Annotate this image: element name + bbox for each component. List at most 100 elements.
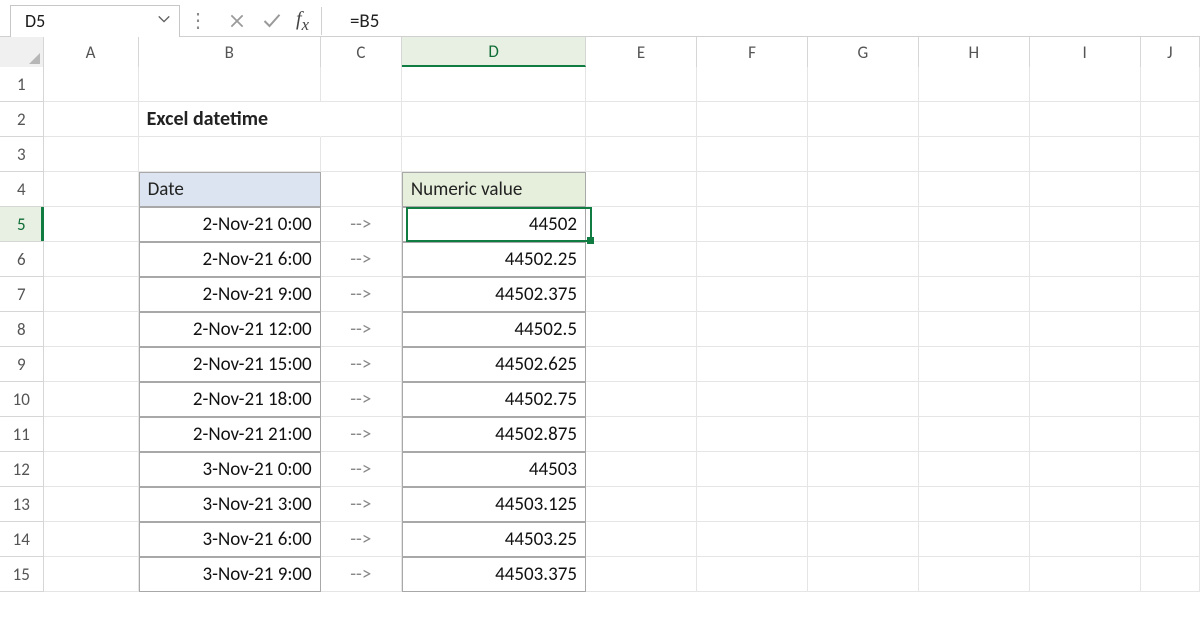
cell-I3[interactable] [1030,137,1141,172]
cell-D13[interactable]: 44503.125 [402,487,586,522]
header-date[interactable]: Date [139,172,321,207]
cell-C4[interactable] [321,172,402,207]
cell-A8[interactable] [44,312,139,347]
cell-I2[interactable] [1030,102,1141,137]
cell-H9[interactable] [919,347,1030,382]
fx-icon[interactable]: fx [296,8,309,35]
cell-C8[interactable]: --> [321,312,402,347]
cell-A2[interactable] [44,102,139,137]
row-header-9[interactable]: 9 [0,347,44,382]
cell-I13[interactable] [1030,487,1141,522]
cell-I10[interactable] [1030,382,1141,417]
cell-E6[interactable] [586,242,697,277]
cell-I11[interactable] [1030,417,1141,452]
cancel-formula-button[interactable] [228,12,246,30]
cell-D11[interactable]: 44502.875 [402,417,586,452]
cell-A5[interactable] [44,207,139,242]
cell-J15[interactable] [1141,557,1200,592]
cell-G15[interactable] [808,557,919,592]
cell-A14[interactable] [44,522,139,557]
cell-C5[interactable]: --> [321,207,402,242]
cell-H6[interactable] [919,242,1030,277]
cell-G4[interactable] [808,172,919,207]
cell-G11[interactable] [808,417,919,452]
cell-J10[interactable] [1141,382,1200,417]
cell-G7[interactable] [808,277,919,312]
cell-A13[interactable] [44,487,139,522]
row-header-10[interactable]: 10 [0,382,44,417]
cell-A3[interactable] [44,137,139,172]
cell-C12[interactable]: --> [321,452,402,487]
cell-H12[interactable] [919,452,1030,487]
cell-J2[interactable] [1141,102,1200,137]
cell-A15[interactable] [44,557,139,592]
row-header-14[interactable]: 14 [0,522,44,557]
cell-H15[interactable] [919,557,1030,592]
cell-D6[interactable]: 44502.25 [402,242,586,277]
cell-B14[interactable]: 3-Nov-21 6:00 [139,522,321,557]
cell-F9[interactable] [697,347,808,382]
cell-E13[interactable] [586,487,697,522]
cell-G14[interactable] [808,522,919,557]
cell-A7[interactable] [44,277,139,312]
cell-J6[interactable] [1141,242,1200,277]
col-header-C[interactable]: C [321,37,402,67]
cell-G3[interactable] [808,137,919,172]
cell-F11[interactable] [697,417,808,452]
header-numeric[interactable]: Numeric value [402,172,586,207]
cell-J12[interactable] [1141,452,1200,487]
cell-G9[interactable] [808,347,919,382]
cell-B3[interactable] [139,137,321,172]
cell-H2[interactable] [919,102,1030,137]
col-header-J[interactable]: J [1141,37,1200,67]
cell-E7[interactable] [586,277,697,312]
name-box[interactable]: D5 [10,5,180,38]
col-header-G[interactable]: G [808,37,919,67]
cell-H13[interactable] [919,487,1030,522]
cell-I15[interactable] [1030,557,1141,592]
cell-H4[interactable] [919,172,1030,207]
cell-H5[interactable] [919,207,1030,242]
col-header-B[interactable]: B [139,37,321,67]
col-header-F[interactable]: F [697,37,808,67]
cell-B7[interactable]: 2-Nov-21 9:00 [139,277,321,312]
cell-J5[interactable] [1141,207,1200,242]
cell-C7[interactable]: --> [321,277,402,312]
cell-C3[interactable] [321,137,402,172]
cell-C11[interactable]: --> [321,417,402,452]
cell-C13[interactable]: --> [321,487,402,522]
cell-G10[interactable] [808,382,919,417]
col-header-I[interactable]: I [1030,37,1141,67]
cell-B1[interactable] [139,67,321,102]
col-header-E[interactable]: E [586,37,697,67]
row-header-3[interactable]: 3 [0,137,44,172]
cell-I12[interactable] [1030,452,1141,487]
cell-B13[interactable]: 3-Nov-21 3:00 [139,487,321,522]
cell-J13[interactable] [1141,487,1200,522]
cell-G13[interactable] [808,487,919,522]
cell-D8[interactable]: 44502.5 [402,312,586,347]
cell-A12[interactable] [44,452,139,487]
cell-I7[interactable] [1030,277,1141,312]
select-all-corner[interactable] [0,37,44,67]
row-header-1[interactable]: 1 [0,67,44,102]
row-header-2[interactable]: 2 [0,102,44,137]
cell-A1[interactable] [44,67,139,102]
cell-E8[interactable] [586,312,697,347]
chevron-down-icon[interactable] [157,12,171,31]
cell-H1[interactable] [919,67,1030,102]
row-header-5[interactable]: 5 [0,207,44,242]
cell-J14[interactable] [1141,522,1200,557]
confirm-formula-button[interactable] [262,11,282,31]
cell-E9[interactable] [586,347,697,382]
cell-G5[interactable] [808,207,919,242]
row-header-7[interactable]: 7 [0,277,44,312]
row-header-12[interactable]: 12 [0,452,44,487]
row-header-15[interactable]: 15 [0,557,44,592]
cell-E2[interactable] [586,102,697,137]
cell-E5[interactable] [586,207,697,242]
cell-A6[interactable] [44,242,139,277]
cell-D14[interactable]: 44503.25 [402,522,586,557]
cell-B8[interactable]: 2-Nov-21 12:00 [139,312,321,347]
cell-C2[interactable] [321,102,402,137]
